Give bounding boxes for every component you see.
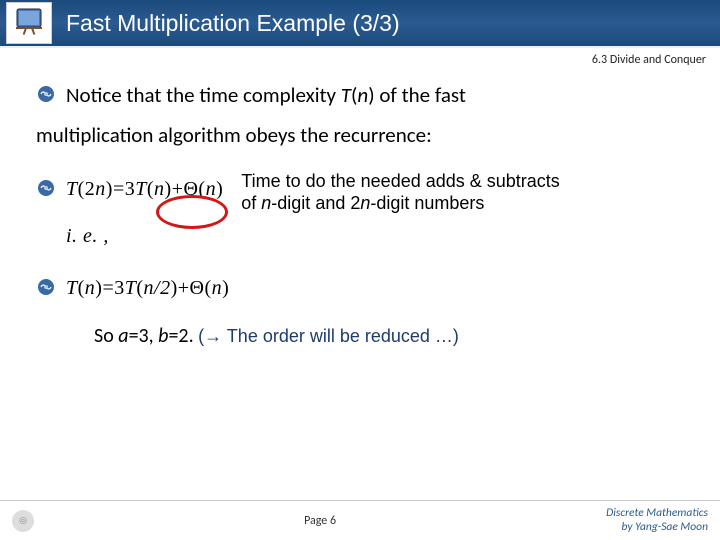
formula-1: T(2n)=3T(n)+Θ(n) <box>66 170 223 208</box>
credit-line2: by Yang-Sae Moon <box>606 521 708 535</box>
annotation: Time to do the needed adds & subtracts o… <box>241 170 560 215</box>
conclusion-line: So a=3, b=2. (→ The order will be reduce… <box>94 317 684 355</box>
formula-2: T(n)=3T(n/2)+Θ(n) <box>66 269 229 307</box>
text: Notice that the time complexity <box>66 82 341 108</box>
bullet-item-3: T(n)=3T(n/2)+Θ(n) <box>36 269 684 307</box>
ie-text: i. e. , <box>66 217 684 255</box>
text: So <box>94 324 118 348</box>
bullet-icon <box>36 277 56 297</box>
text: multiplication algorithm obeys the recur… <box>36 122 432 148</box>
monitor-icon <box>11 5 47 41</box>
text-var: n <box>357 82 368 108</box>
text-var: a <box>118 324 128 348</box>
bullet-icon <box>36 84 56 104</box>
bullet-item-2: T(2n)=3T(n)+Θ(n) Time to do the needed a… <box>36 170 684 215</box>
text-var: b <box>158 324 168 348</box>
text-var: T <box>341 82 351 108</box>
slide-content: Notice that the time complexity T(n) of … <box>0 48 720 355</box>
annot-line2: of n-digit and 2n-digit numbers <box>241 192 560 215</box>
bullet-item-1: Notice that the time complexity T(n) of … <box>36 76 684 156</box>
page-number: Page 6 <box>304 514 336 528</box>
slide-header: Fast Multiplication Example (3/3) <box>0 0 720 48</box>
text: =3, <box>129 324 159 348</box>
annot-line1: Time to do the needed adds & subtracts <box>241 170 560 193</box>
note-text: (→ The order will be reduced …) <box>198 326 459 346</box>
text: =2. <box>168 324 198 348</box>
section-label: 6.3 Divide and Conquer <box>592 48 706 67</box>
bullet-text-1: Notice that the time complexity T(n) of … <box>66 76 466 156</box>
slide-footer: ◎ Page 6 Discrete Mathematics by Yang-Sa… <box>0 500 720 540</box>
slide-icon <box>6 2 52 44</box>
bullet-icon <box>36 178 56 198</box>
text-line2: multiplication algorithm obeys the recur… <box>36 116 466 156</box>
footer-logo-icon: ◎ <box>12 510 34 532</box>
footer-credit: Discrete Mathematics by Yang-Sae Moon <box>606 507 708 535</box>
slide-title: Fast Multiplication Example (3/3) <box>66 10 400 37</box>
text: of the fast <box>375 82 466 108</box>
formula-row: T(2n)=3T(n)+Θ(n) Time to do the needed a… <box>66 170 560 215</box>
credit-line1: Discrete Mathematics <box>606 507 708 521</box>
